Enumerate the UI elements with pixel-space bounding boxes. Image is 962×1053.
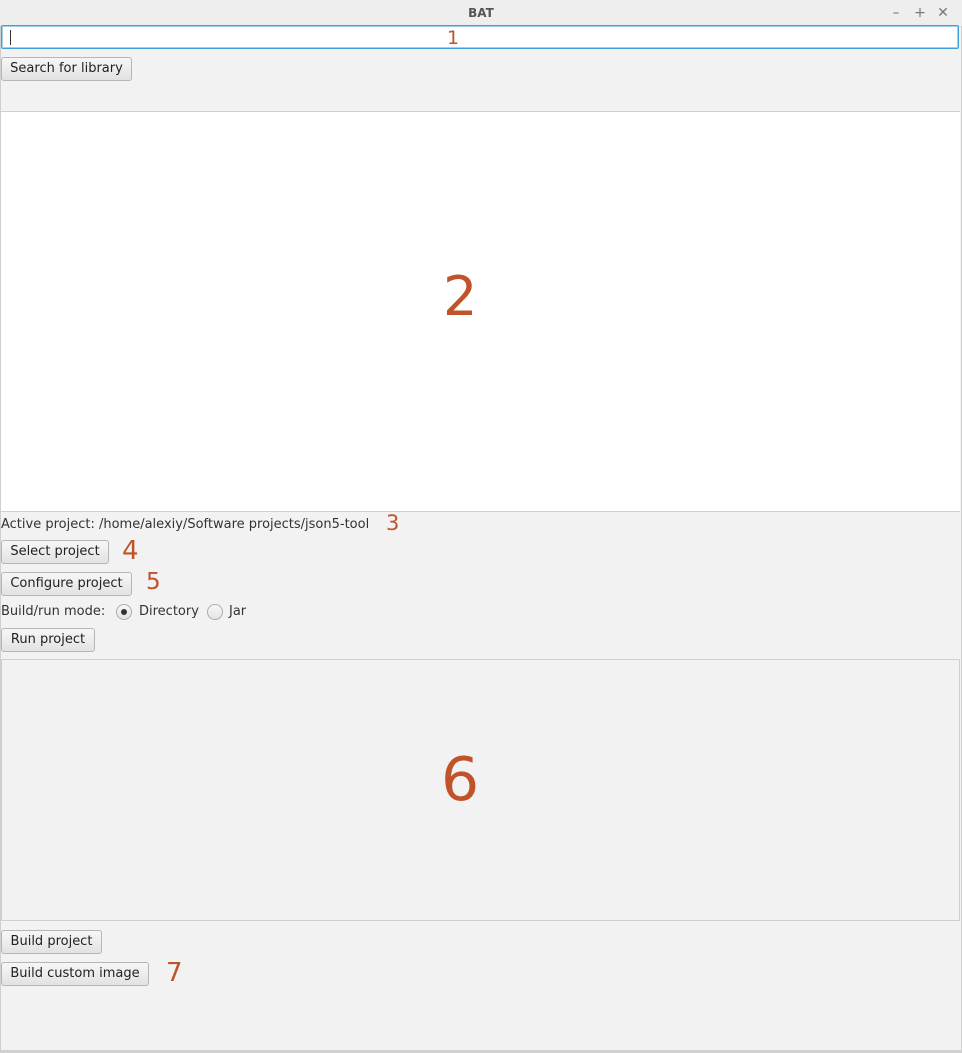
build-mode-label: Build/run mode:	[1, 604, 106, 619]
annotation-6: 6	[441, 745, 480, 815]
select-project-button[interactable]: Select project	[1, 540, 109, 564]
build-project-button[interactable]: Build project	[1, 930, 102, 954]
annotation-1: 1	[447, 27, 460, 49]
library-results-panel[interactable]	[1, 111, 960, 512]
active-project-label: Active project: /home/alexiy/Software pr…	[1, 517, 370, 532]
annotation-3: 3	[386, 511, 400, 535]
annotation-4: 4	[122, 536, 139, 566]
directory-radio[interactable]	[116, 604, 132, 620]
run-project-button[interactable]: Run project	[1, 628, 95, 652]
jar-radio[interactable]	[207, 604, 223, 620]
configure-project-button[interactable]: Configure project	[1, 572, 132, 596]
minimize-icon[interactable]: –	[887, 4, 905, 22]
window-title: BAT	[468, 6, 494, 20]
close-icon[interactable]: ✕	[934, 4, 952, 22]
annotation-5: 5	[146, 569, 161, 595]
search-library-button[interactable]: Search for library	[1, 57, 132, 81]
title-bar: BAT – + ✕	[0, 0, 962, 27]
jar-radio-label: Jar	[229, 604, 247, 619]
radio-selected-dot	[121, 609, 127, 615]
directory-radio-label: Directory	[139, 604, 199, 619]
annotation-7: 7	[166, 958, 183, 988]
library-search-input[interactable]	[1, 25, 959, 49]
output-panel[interactable]	[1, 659, 960, 921]
annotation-2: 2	[443, 265, 478, 328]
build-custom-image-button[interactable]: Build custom image	[1, 962, 149, 986]
maximize-icon[interactable]: +	[911, 4, 929, 22]
text-caret	[10, 30, 11, 45]
